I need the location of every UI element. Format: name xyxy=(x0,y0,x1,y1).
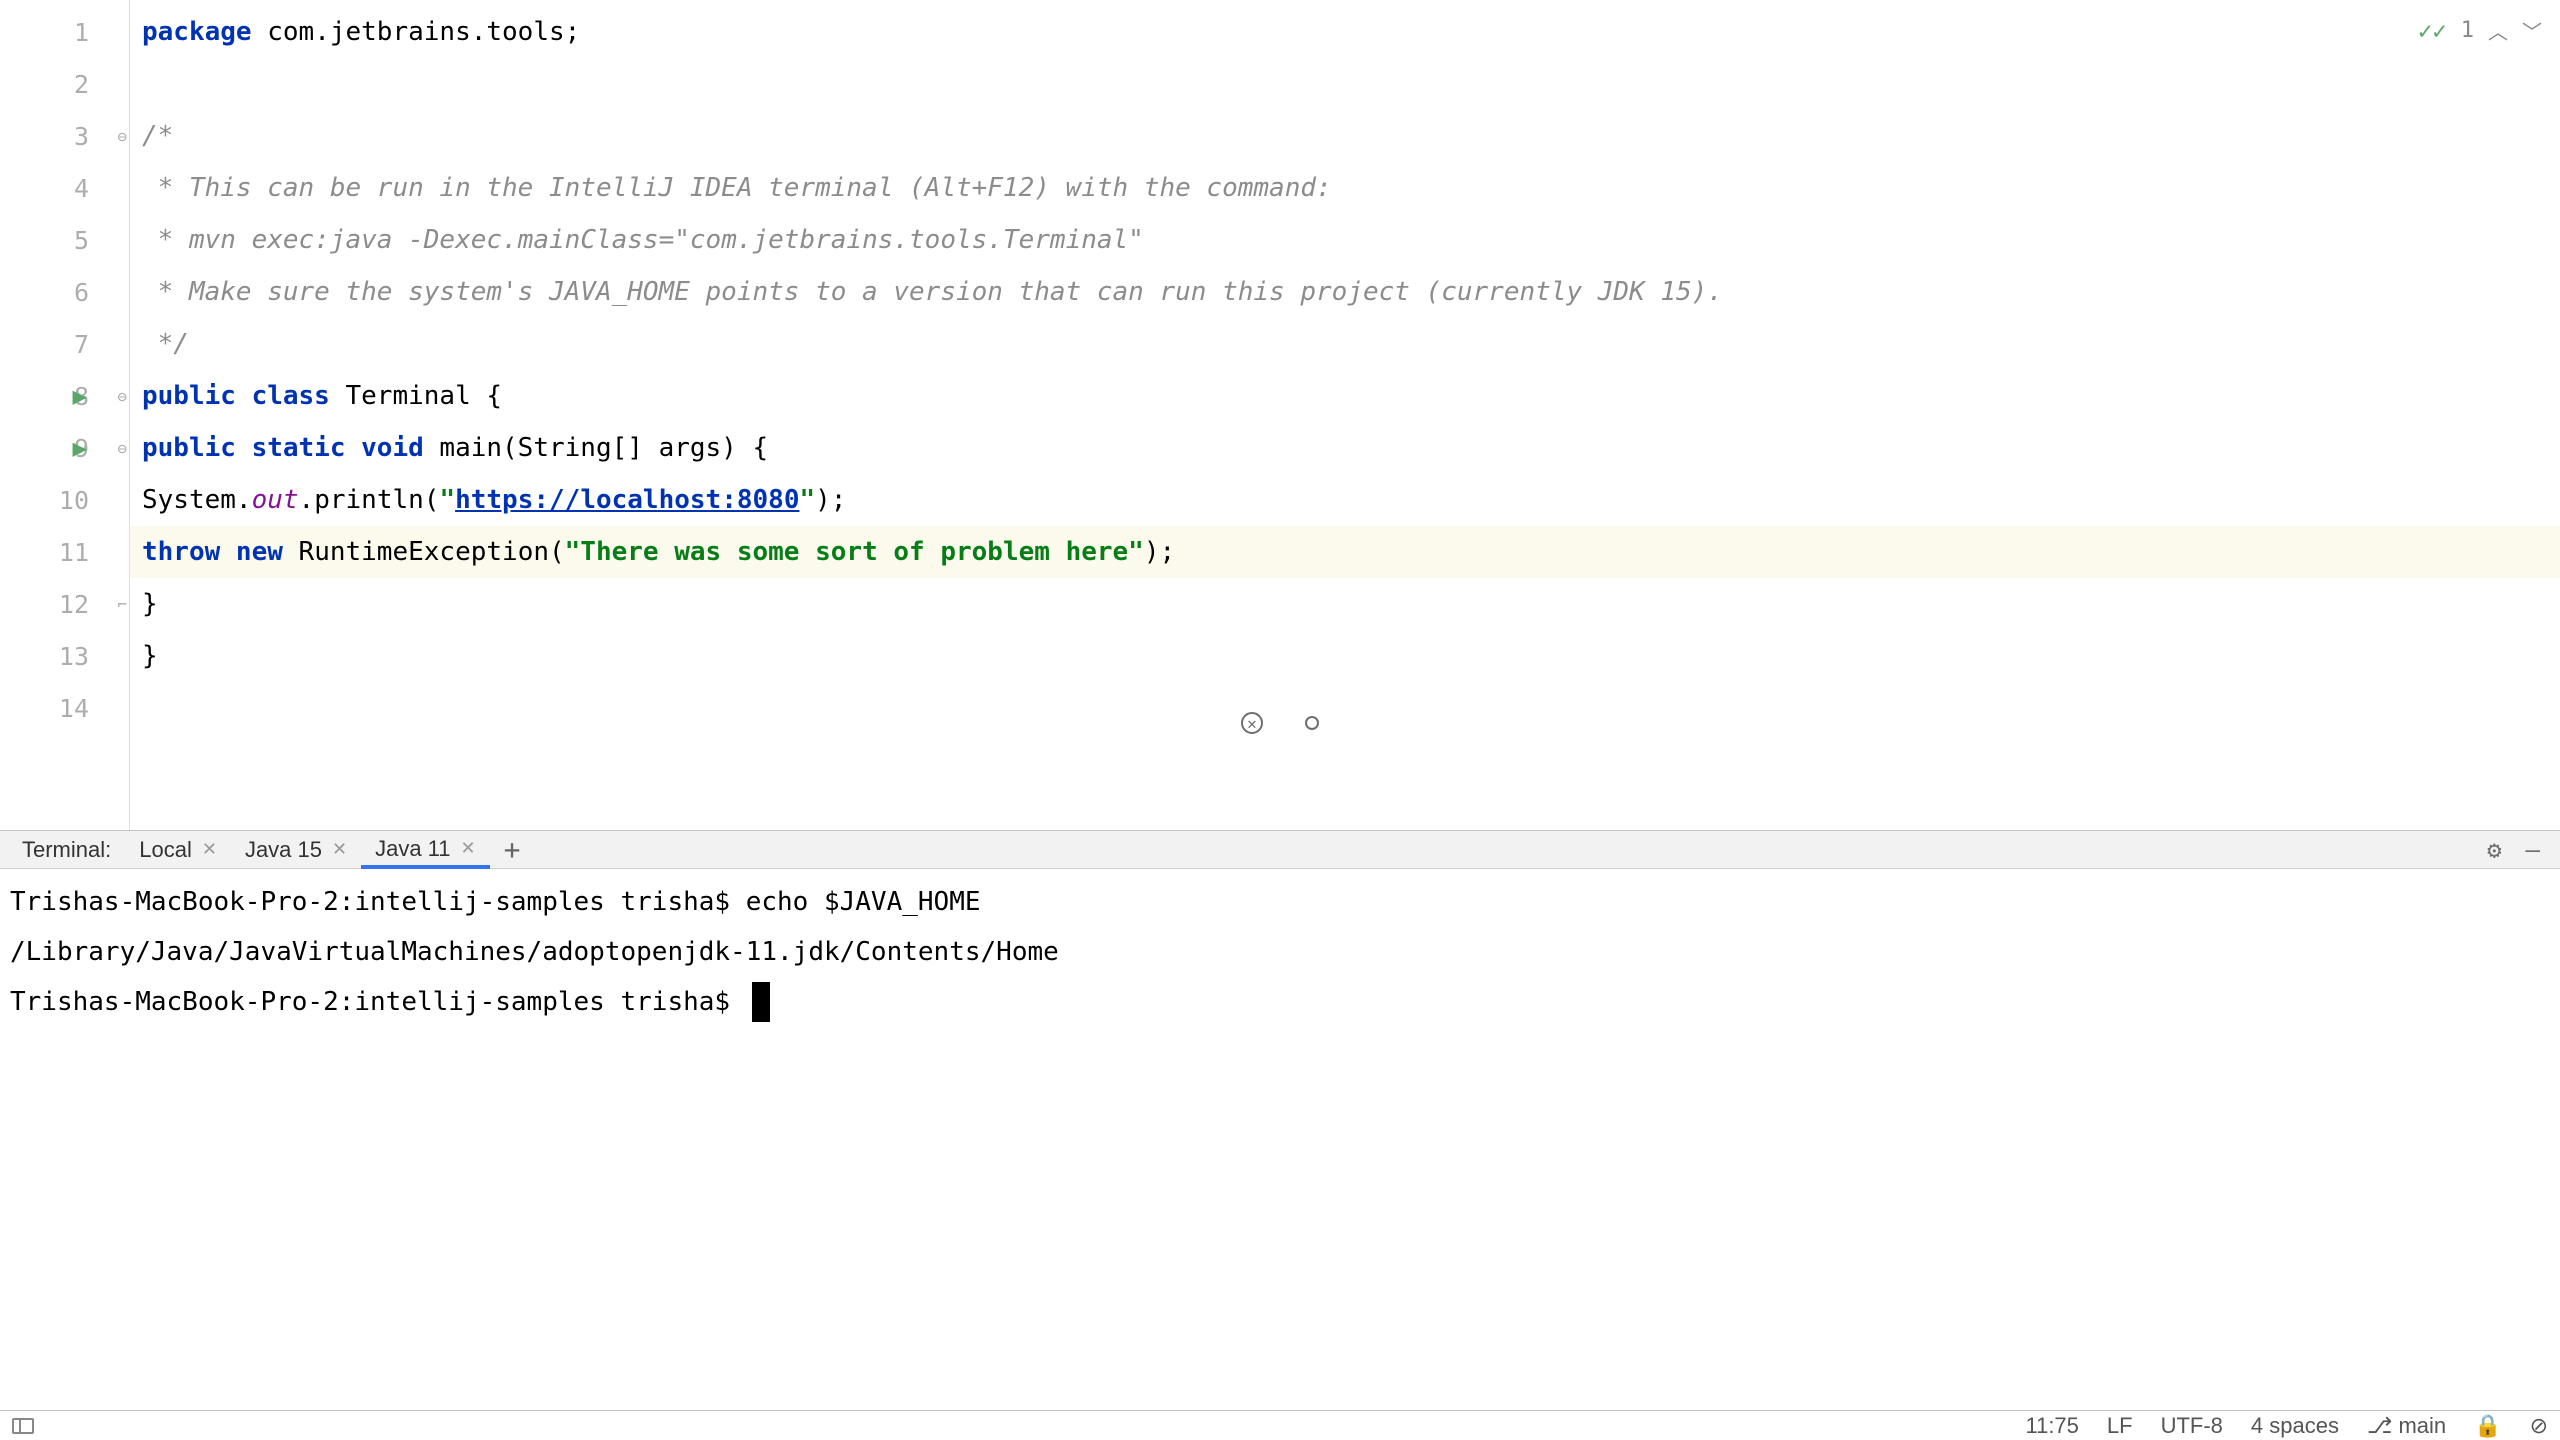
checkmark-icon: ✓✓ xyxy=(2418,17,2447,45)
code-text: ); xyxy=(815,485,846,515)
problem-count: 1 xyxy=(2461,18,2474,43)
terminal-prompt: Trishas-MacBook-Pro-2:intellij-samples t… xyxy=(10,977,2550,1027)
line-number: 14 xyxy=(59,694,119,723)
close-circle-icon[interactable]: ✕ xyxy=(1241,712,1263,734)
editor-area: 1 2 3⊖ 4 5 6 7 ▶8⊖ ▶9⊖ 10 11 12⌐ 13 14 p… xyxy=(0,0,2560,830)
code-text: } xyxy=(142,641,158,671)
fold-icon[interactable]: ⊖ xyxy=(117,439,127,458)
close-icon[interactable]: ✕ xyxy=(202,839,217,860)
gear-icon[interactable]: ⚙ xyxy=(2487,836,2501,864)
code-text: } xyxy=(142,589,158,619)
line-number: 3 xyxy=(74,122,119,151)
comment: * This can be run in the IntelliJ IDEA t… xyxy=(142,173,1332,203)
string: "There was some sort of problem here" xyxy=(565,537,1144,567)
string: " xyxy=(799,485,815,515)
terminal-cursor xyxy=(752,982,770,1022)
line-number: 7 xyxy=(74,330,119,359)
status-bar: 11:75 LF UTF-8 4 spaces ⎇ main 🔒 ⊘ xyxy=(0,1410,2560,1440)
terminal-body[interactable]: Trishas-MacBook-Pro-2:intellij-samples t… xyxy=(0,869,2560,1410)
line-number: 6 xyxy=(74,278,119,307)
minimize-icon[interactable]: — xyxy=(2526,836,2540,864)
terminal-line: Trishas-MacBook-Pro-2:intellij-samples t… xyxy=(10,877,2550,927)
run-gutter-icon[interactable]: ▶ xyxy=(73,434,87,462)
tab-label: Java 15 xyxy=(245,837,322,863)
terminal-panel: Terminal: Local ✕ Java 15 ✕ Java 11 ✕ + … xyxy=(0,830,2560,1410)
chevron-down-icon[interactable]: ﹀ xyxy=(2522,16,2542,45)
code-text: Terminal { xyxy=(330,381,502,411)
close-icon[interactable]: ✕ xyxy=(461,838,476,859)
keyword: throw new xyxy=(142,537,283,567)
close-icon[interactable]: ✕ xyxy=(332,839,347,860)
code-text: .println( xyxy=(299,485,440,515)
line-number: 12 xyxy=(59,590,119,619)
comment: */ xyxy=(142,329,189,359)
run-gutter-icon[interactable]: ▶ xyxy=(73,382,87,410)
chevron-up-icon[interactable]: ︿ xyxy=(2488,16,2508,45)
static-field: out xyxy=(252,485,299,515)
layout-icon[interactable] xyxy=(12,1418,34,1434)
tab-label: Local xyxy=(139,837,192,863)
fold-icon[interactable]: ⊖ xyxy=(117,387,127,406)
open-circle-icon[interactable] xyxy=(1305,716,1319,730)
git-branch[interactable]: ⎇ main xyxy=(2367,1413,2446,1439)
code-area[interactable]: package com.jetbrains.tools; /* * This c… xyxy=(130,0,2560,830)
terminal-tab-java15[interactable]: Java 15 ✕ xyxy=(231,831,361,868)
terminal-line: /Library/Java/JavaVirtualMachines/adopto… xyxy=(10,927,2550,977)
lock-icon[interactable]: 🔒 xyxy=(2474,1413,2501,1439)
tab-label: Java 11 xyxy=(375,836,450,862)
code-text: main(String[] args) { xyxy=(424,433,768,463)
line-separator[interactable]: LF xyxy=(2107,1413,2133,1439)
branch-icon: ⎇ xyxy=(2367,1413,2392,1438)
line-number: 2 xyxy=(74,70,119,99)
caret-position[interactable]: 11:75 xyxy=(2025,1413,2078,1439)
terminal-tab-local[interactable]: Local ✕ xyxy=(125,831,231,868)
file-encoding[interactable]: UTF-8 xyxy=(2161,1413,2223,1439)
line-number: 10 xyxy=(59,486,119,515)
editor-gutter: 1 2 3⊖ 4 5 6 7 ▶8⊖ ▶9⊖ 10 11 12⌐ 13 14 xyxy=(0,0,130,830)
code-text: System. xyxy=(142,485,252,515)
fold-icon[interactable]: ⊖ xyxy=(117,127,127,146)
comment: .mainClass="com.jetbrains.tools.Terminal… xyxy=(502,225,1144,255)
line-number: 13 xyxy=(59,642,119,671)
terminal-label: Terminal: xyxy=(8,837,125,863)
line-number: 5 xyxy=(74,226,119,255)
editor-inspection-status[interactable]: ✓✓ 1 ︿ ﹀ xyxy=(2418,16,2542,45)
keyword: package xyxy=(142,17,252,47)
breadcrumb-handle: ✕ xyxy=(1241,712,1319,734)
comment: * mvn exec:java - xyxy=(142,225,424,255)
line-number: 4 xyxy=(74,174,119,203)
indent-settings[interactable]: 4 spaces xyxy=(2251,1413,2339,1439)
search-icon[interactable]: ⊘ xyxy=(2530,1413,2548,1439)
comment: * Make sure the system's JAVA_HOME point… xyxy=(142,277,1723,307)
string: " xyxy=(439,485,455,515)
keyword: public class xyxy=(142,381,330,411)
add-terminal-button[interactable]: + xyxy=(490,833,535,866)
line-number: 1 xyxy=(74,18,119,47)
line-number: 11 xyxy=(59,538,119,567)
code-text: ); xyxy=(1144,537,1175,567)
terminal-tab-java11[interactable]: Java 11 ✕ xyxy=(361,832,490,869)
typo-text: Dexec xyxy=(424,225,502,255)
code-text: RuntimeException( xyxy=(283,537,565,567)
keyword: public static void xyxy=(142,433,424,463)
comment: /* xyxy=(142,121,173,151)
fold-end-icon[interactable]: ⌐ xyxy=(117,595,127,614)
terminal-tab-bar: Terminal: Local ✕ Java 15 ✕ Java 11 ✕ + … xyxy=(0,831,2560,869)
url-link[interactable]: https://localhost:8080 xyxy=(455,485,799,515)
code-text: com.jetbrains.tools; xyxy=(252,17,581,47)
